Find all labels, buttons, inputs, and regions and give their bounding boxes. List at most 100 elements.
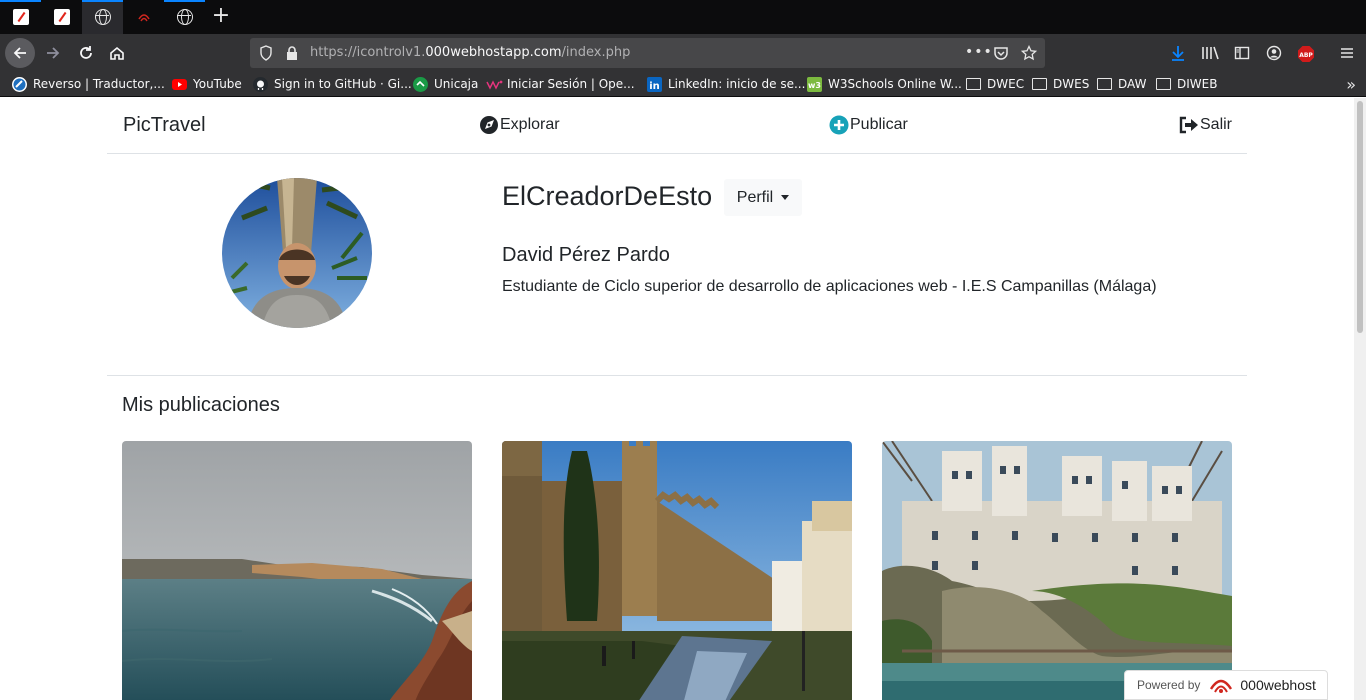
powered-by-badge[interactable]: Powered by 000webhost <box>1124 670 1328 700</box>
url-text[interactable]: https://icontrolv1.000webhostapp.com/ind… <box>310 45 630 60</box>
bookmark-label: DWEC <box>987 77 1025 91</box>
bookmark-folder[interactable]: DIWEB <box>1156 76 1217 92</box>
back-button[interactable] <box>5 38 35 68</box>
post-card[interactable] <box>122 441 472 700</box>
logout-label: Salir <box>1200 116 1233 133</box>
scrollbar-thumb[interactable] <box>1357 101 1363 333</box>
download-icon[interactable] <box>1169 45 1187 61</box>
bookmark-folder[interactable]: DWES <box>1032 76 1089 92</box>
tab-active-line <box>0 0 41 2</box>
coastal-cliffs-photo <box>122 441 472 700</box>
hanging-houses-cliff-photo <box>882 441 1232 700</box>
reload-button[interactable] <box>71 38 101 68</box>
new-tab-button[interactable]: + <box>208 5 234 29</box>
sidebar-icon[interactable] <box>1233 45 1251 61</box>
publish-link[interactable]: Publicar <box>829 114 908 136</box>
profile-username: ElCreadorDeEsto <box>502 181 713 211</box>
unicaja-icon <box>413 76 428 92</box>
post-card[interactable] <box>882 441 1232 700</box>
explore-link[interactable]: Explorar <box>479 114 560 136</box>
tab-active-line <box>164 0 205 2</box>
logout-link[interactable]: Salir <box>1178 114 1232 136</box>
reload-icon <box>80 46 92 59</box>
library-icon[interactable] <box>1201 45 1219 61</box>
bookmark-item[interactable]: Sign in to GitHub · Gi... <box>253 76 412 92</box>
browser-toolbar: https://icontrolv1.000webhostapp.com/ind… <box>0 34 1366 72</box>
avatar <box>222 178 372 328</box>
adblock-icon[interactable]: ABP <box>1297 45 1315 62</box>
browser-tab-active[interactable] <box>82 0 123 34</box>
site-navbar: PicTravel Explorar Publicar Salir <box>107 98 1247 154</box>
bookmarks-overflow-icon[interactable]: » <box>1346 75 1356 94</box>
bookmark-item[interactable]: in LinkedIn: inicio de se... <box>647 76 805 92</box>
plus-circle-icon <box>829 115 849 135</box>
openwebinars-icon <box>486 77 503 92</box>
home-button[interactable] <box>102 38 132 68</box>
globe-icon <box>94 9 111 25</box>
url-host: 000webhostapp.com <box>425 45 562 60</box>
compass-icon <box>480 116 498 134</box>
browser-tab[interactable] <box>164 0 205 34</box>
arrow-right-icon <box>47 47 60 59</box>
pdf-tab-icon <box>53 9 70 25</box>
browser-tab[interactable] <box>41 0 82 34</box>
bookmark-item[interactable]: YouTube <box>172 76 242 92</box>
browser-tab[interactable] <box>0 0 41 34</box>
bookmark-label: LinkedIn: inicio de se... <box>668 77 806 91</box>
site-brand[interactable]: PicTravel <box>123 114 206 137</box>
bookmark-folder[interactable]: DAW <box>1097 76 1146 92</box>
shield-icon[interactable] <box>259 45 273 65</box>
folder-icon <box>1097 78 1112 90</box>
profile-bio: Estudiante de Ciclo superior de desarrol… <box>502 278 1157 295</box>
hamburger-menu-icon[interactable] <box>1338 45 1356 61</box>
lock-icon[interactable] <box>286 45 298 65</box>
bookmark-item[interactable]: Unicaja <box>413 76 478 92</box>
publish-label: Publicar <box>850 116 908 133</box>
bookmark-label: DIWEB <box>1177 77 1218 91</box>
forward-button[interactable] <box>38 38 68 68</box>
bookmark-label: W3Schools Online W... <box>828 77 962 91</box>
page-viewport: PicTravel Explorar Publicar Salir ElCrea… <box>0 98 1354 700</box>
folder-icon <box>1032 78 1047 90</box>
post-card[interactable] <box>502 441 852 700</box>
arrow-left-icon <box>13 47 26 59</box>
page-container: PicTravel Explorar Publicar Salir ElCrea… <box>107 98 1247 700</box>
bookmark-label: DWES <box>1053 77 1090 91</box>
bookmark-label: Iniciar Sesión | Ope... <box>507 77 635 91</box>
account-icon[interactable] <box>1265 45 1283 61</box>
globe-icon <box>176 9 193 25</box>
profile-menu-button[interactable]: Perfil <box>724 179 802 216</box>
url-prefix: https://icontrolv1. <box>310 45 426 60</box>
explore-label: Explorar <box>500 116 560 133</box>
pocket-icon[interactable] <box>993 45 1009 65</box>
profile-header: ElCreadorDeEsto Perfil David Pérez Pardo… <box>107 154 1247 376</box>
bookmark-label: Sign in to GitHub · Gi... <box>274 77 412 91</box>
star-icon[interactable] <box>1020 44 1038 65</box>
webhost-brand: 000webhost <box>1240 677 1316 693</box>
svg-text:in: in <box>649 81 660 92</box>
sign-out-icon <box>1179 116 1198 134</box>
profile-menu-label: Perfil <box>736 188 774 206</box>
github-icon <box>253 76 268 92</box>
profile-full-name: David Pérez Pardo <box>502 244 670 266</box>
linkedin-icon: in <box>647 76 662 92</box>
svg-text:w3: w3 <box>808 81 821 90</box>
page-scrollbar[interactable] <box>1354 98 1366 700</box>
bookmark-item[interactable]: Iniciar Sesión | Ope... <box>486 76 635 92</box>
home-icon <box>110 46 124 60</box>
bookmark-folder[interactable]: DWEC <box>966 76 1024 92</box>
bookmarks-toolbar: Reverso | Traductor,... YouTube Sign in … <box>0 72 1366 97</box>
bookmark-label: Unicaja <box>434 77 479 91</box>
bookmark-label: Reverso | Traductor,... <box>33 77 165 91</box>
pdf-tab-icon <box>12 9 29 25</box>
browser-tab[interactable] <box>123 0 164 34</box>
w3schools-icon: w3 <box>807 76 822 92</box>
address-bar[interactable]: https://icontrolv1.000webhostapp.com/ind… <box>250 38 1045 68</box>
more-actions-icon[interactable]: ••• <box>965 44 993 60</box>
svg-text:ABP: ABP <box>1299 52 1313 59</box>
url-path: /index.php <box>561 45 631 60</box>
bookmark-item[interactable]: w3 W3Schools Online W... <box>807 76 962 92</box>
bookmark-item[interactable]: Reverso | Traductor,... <box>12 76 165 92</box>
reverso-icon <box>12 76 27 92</box>
browser-tab-bar: + <box>0 0 1366 34</box>
